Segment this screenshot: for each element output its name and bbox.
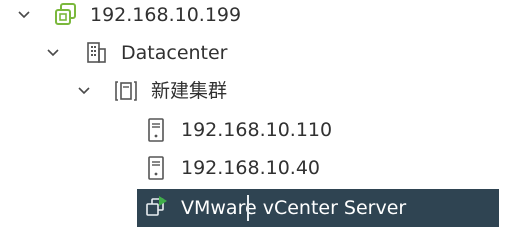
tree-node-label: 新建集群 xyxy=(151,80,228,102)
tree-node-host[interactable]: 192.168.10.40 xyxy=(0,149,507,187)
tree-node-label: 192.168.10.199 xyxy=(90,4,242,26)
tree-node-cluster[interactable]: 新建集群 xyxy=(0,72,507,110)
host-icon xyxy=(148,156,164,180)
datacenter-icon xyxy=(87,42,106,63)
tree-node-label: 192.168.10.110 xyxy=(181,119,333,141)
vcenter-icon xyxy=(55,3,76,25)
tree-node-host[interactable]: 192.168.10.110 xyxy=(0,111,507,149)
tree-node-label: VMware vCenter Server xyxy=(181,197,407,219)
chevron-down-icon[interactable] xyxy=(74,81,94,101)
tree-node-vcenter[interactable]: 192.168.10.199 xyxy=(0,0,507,34)
tree-node-datacenter[interactable]: Datacenter xyxy=(0,34,507,72)
inventory-tree: 192.168.10.199 Datacenter 新建集群 192.168.1… xyxy=(0,0,507,252)
tree-node-label: Datacenter xyxy=(121,42,228,64)
chevron-down-icon[interactable] xyxy=(14,5,34,25)
cluster-icon xyxy=(115,81,137,101)
tree-node-vm[interactable]: VMware vCenter Server xyxy=(0,189,507,227)
chevron-down-icon[interactable] xyxy=(43,43,63,63)
host-icon xyxy=(148,118,164,142)
vm-powered-on-icon xyxy=(146,196,167,216)
text-cursor xyxy=(247,195,249,221)
tree-node-label: 192.168.10.40 xyxy=(181,157,321,179)
